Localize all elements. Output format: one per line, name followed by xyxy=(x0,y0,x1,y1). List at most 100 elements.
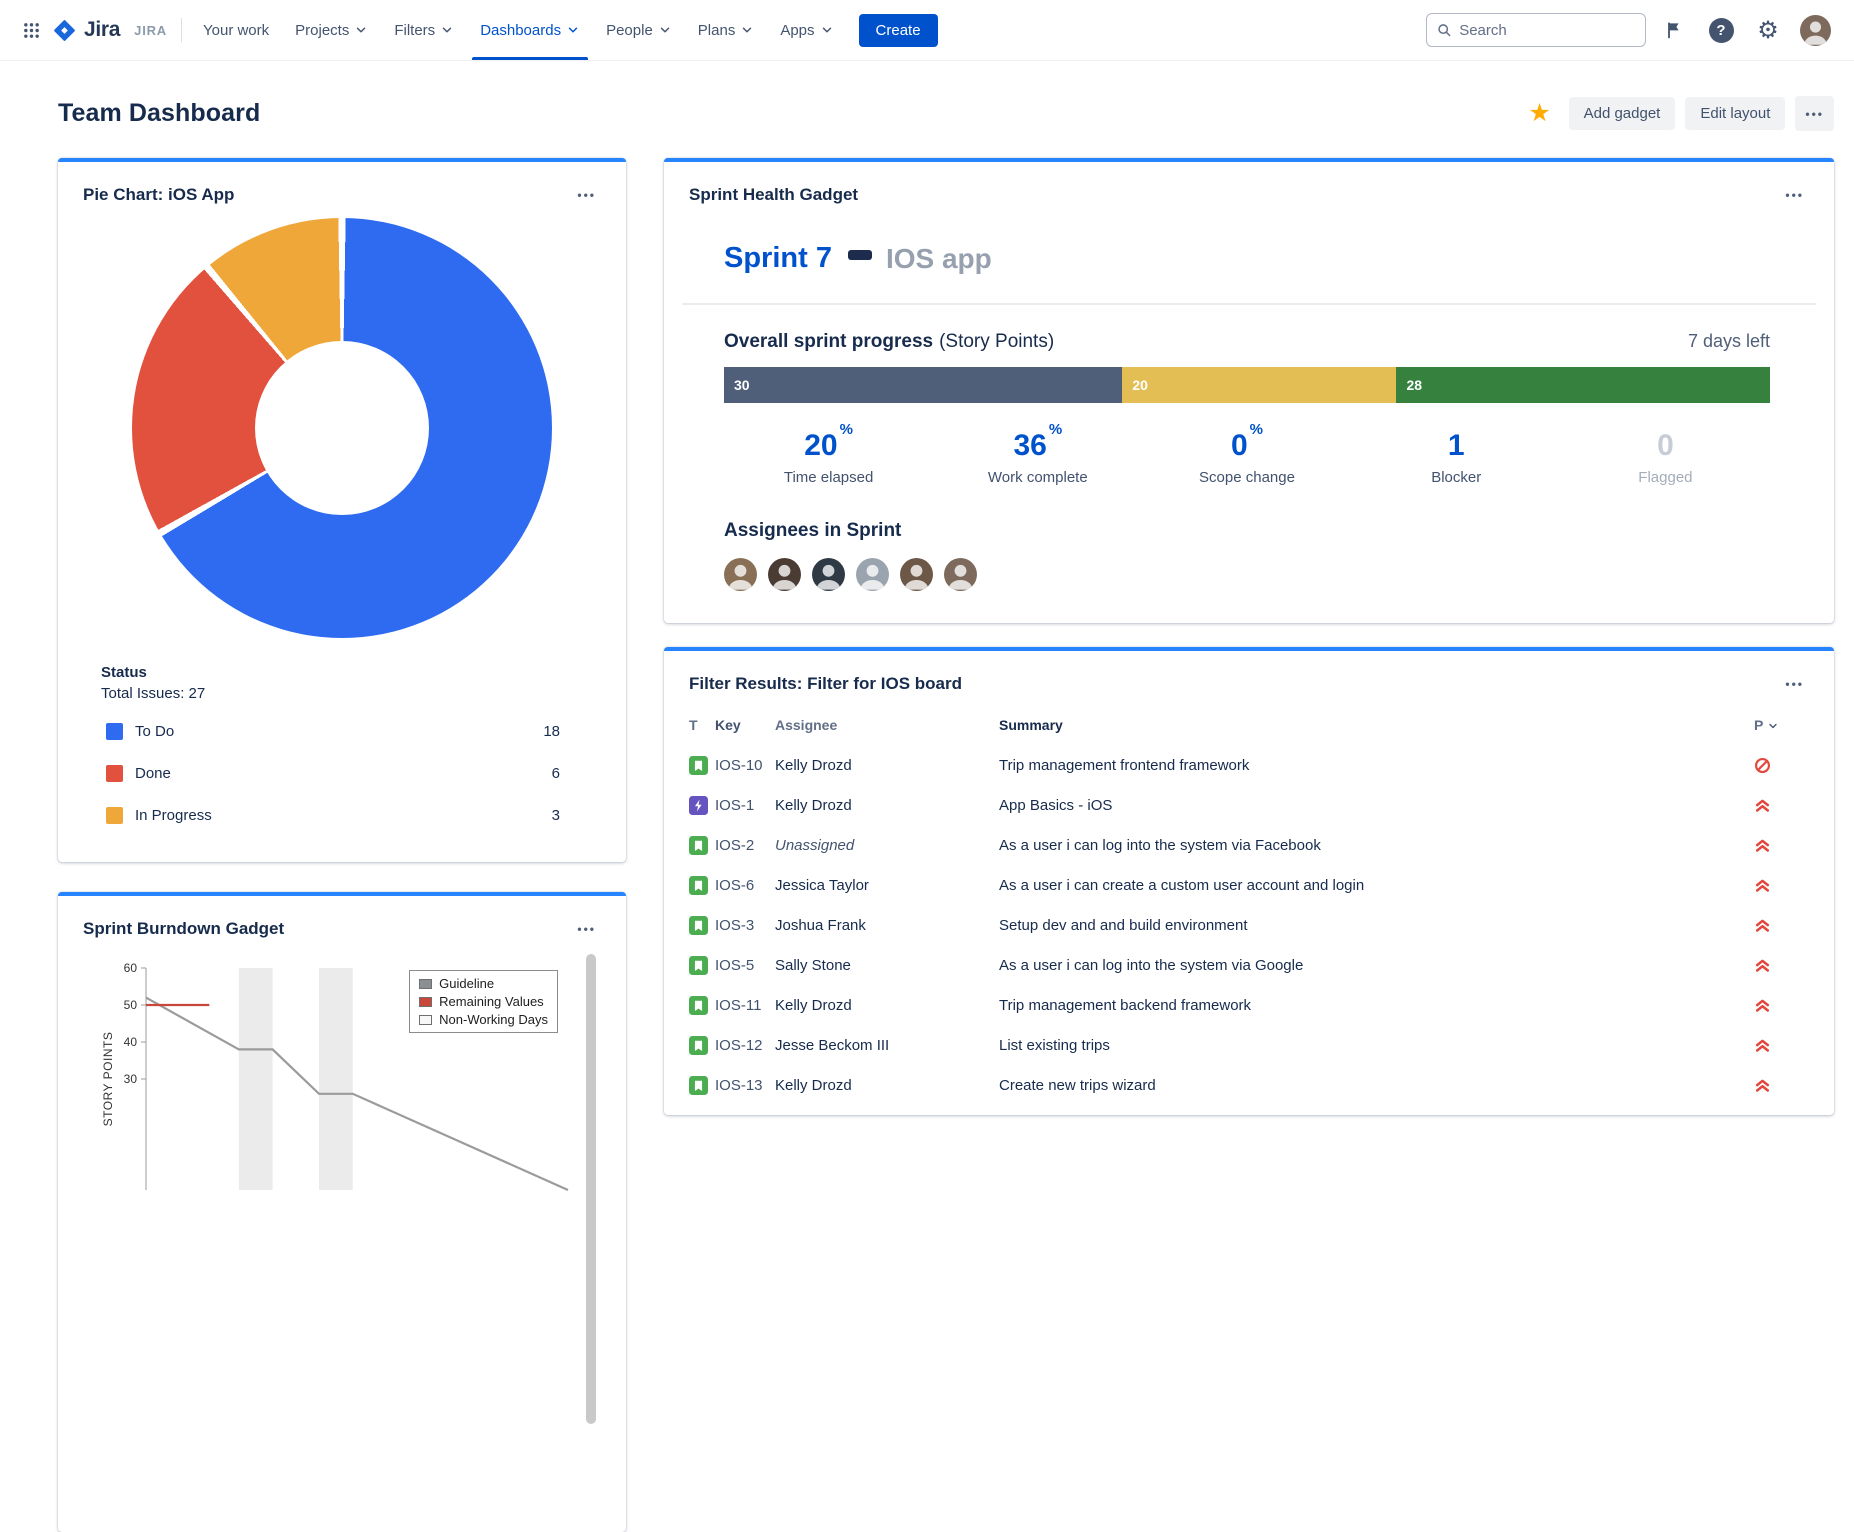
issue-summary-link[interactable]: As a user i can create a custom user acc… xyxy=(999,877,1754,894)
burndown-legend-item: Guideline xyxy=(419,976,548,991)
nav-item-apps[interactable]: Apps xyxy=(767,0,846,60)
table-row[interactable]: IOS-3 Joshua Frank Setup dev and and bui… xyxy=(689,905,1810,945)
add-gadget-button[interactable]: Add gadget xyxy=(1569,97,1676,130)
issue-key-link[interactable]: IOS-2 xyxy=(715,837,775,854)
scrollbar-thumb[interactable] xyxy=(586,954,596,1424)
table-row[interactable]: IOS-10 Kelly Drozd Trip management front… xyxy=(689,745,1810,785)
gadget-header: Filter Results: Filter for IOS board xyxy=(664,651,1834,697)
gadget-more-button[interactable] xyxy=(1779,182,1810,208)
issue-type-epic-icon[interactable] xyxy=(689,796,708,815)
sprint-stat-label[interactable]: Scope change xyxy=(1142,469,1351,486)
pie-legend: To Do 18 Done 6 In Progress 3 xyxy=(101,710,602,836)
gadget-more-button[interactable] xyxy=(571,916,602,942)
assignee-avatar[interactable] xyxy=(856,558,889,591)
assignee-avatar[interactable] xyxy=(944,558,977,591)
issue-summary-link[interactable]: Trip management frontend framework xyxy=(999,757,1754,774)
sprint-stat-label[interactable]: Flagged xyxy=(1561,469,1770,486)
assignee-avatar[interactable] xyxy=(812,558,845,591)
nav-item-people[interactable]: People xyxy=(593,0,685,60)
priority-highest-icon xyxy=(1754,997,1771,1014)
issue-summary-link[interactable]: As a user i can log into the system via … xyxy=(999,837,1754,854)
issue-key-link[interactable]: IOS-13 xyxy=(715,1077,775,1094)
issue-key-link[interactable]: IOS-11 xyxy=(715,997,775,1014)
nav-item-your-work[interactable]: Your work xyxy=(190,0,282,60)
issue-type-story-icon[interactable] xyxy=(689,1036,708,1055)
more-icon xyxy=(1785,677,1804,691)
issue-summary-link[interactable]: App Basics - iOS xyxy=(999,797,1754,814)
legend-value: 3 xyxy=(552,807,560,824)
sprint-stat-value: 36% xyxy=(933,429,1142,462)
assignee-avatar[interactable] xyxy=(900,558,933,591)
pie-legend-item[interactable]: Done 6 xyxy=(101,752,602,794)
sprint-name[interactable]: Sprint 7 xyxy=(724,242,832,275)
issue-assignee: Joshua Frank xyxy=(775,917,999,934)
board-name: IOS app xyxy=(886,243,992,275)
issue-type-story-icon[interactable] xyxy=(689,756,708,775)
table-row[interactable]: IOS-11 Kelly Drozd Trip management backe… xyxy=(689,985,1810,1025)
issue-type-story-icon[interactable] xyxy=(689,876,708,895)
table-row[interactable]: IOS-12 Jesse Beckom III List existing tr… xyxy=(689,1025,1810,1065)
pie-legend-item[interactable]: To Do 18 xyxy=(101,710,602,752)
issue-type-story-icon[interactable] xyxy=(689,836,708,855)
sprint-stat-label[interactable]: Work complete xyxy=(933,469,1142,486)
table-row[interactable]: IOS-5 Sally Stone As a user i can log in… xyxy=(689,945,1810,985)
gadget-more-button[interactable] xyxy=(571,182,602,208)
table-row[interactable]: IOS-13 Kelly Drozd Create new trips wiza… xyxy=(689,1065,1810,1105)
sprint-stat-label[interactable]: Blocker xyxy=(1352,469,1561,486)
table-row[interactable]: IOS-2 Unassigned As a user i can log int… xyxy=(689,825,1810,865)
nav-item-dashboards[interactable]: Dashboards xyxy=(467,0,593,60)
col-priority-sort[interactable]: P xyxy=(1754,717,1810,733)
issue-key-link[interactable]: IOS-1 xyxy=(715,797,775,814)
gadget-more-button[interactable] xyxy=(1779,671,1810,697)
issue-type-story-icon[interactable] xyxy=(689,916,708,935)
left-column: Pie Chart: iOS App Status Total Issues: … xyxy=(58,158,626,1532)
favorite-star-button[interactable] xyxy=(1521,94,1559,132)
issue-type-story-icon[interactable] xyxy=(689,1076,708,1095)
settings-button[interactable] xyxy=(1749,11,1787,49)
pie-donut-chart[interactable] xyxy=(132,218,552,638)
issue-key-link[interactable]: IOS-3 xyxy=(715,917,775,934)
issue-summary-link[interactable]: Setup dev and and build environment xyxy=(999,917,1754,934)
issue-summary-link[interactable]: As a user i can log into the system via … xyxy=(999,957,1754,974)
nav-item-filters[interactable]: Filters xyxy=(381,0,467,60)
col-assignee: Assignee xyxy=(775,717,999,733)
issue-summary-link[interactable]: Create new trips wizard xyxy=(999,1077,1754,1094)
pie-total-issues: Total Issues: 27 xyxy=(101,685,602,702)
profile-avatar-button[interactable] xyxy=(1796,11,1834,49)
create-button[interactable]: Create xyxy=(859,14,938,47)
jira-logo[interactable]: Jira xyxy=(52,18,120,43)
issue-summary-link[interactable]: Trip management backend framework xyxy=(999,997,1754,1014)
dashboard-more-button[interactable] xyxy=(1795,96,1834,131)
search-input[interactable] xyxy=(1459,22,1635,39)
pie-legend-item[interactable]: In Progress 3 xyxy=(101,794,602,836)
svg-text:30: 30 xyxy=(124,1072,138,1086)
assignees-heading: Assignees in Sprint xyxy=(724,520,1774,542)
nav-item-plans[interactable]: Plans xyxy=(685,0,768,60)
issue-key-link[interactable]: IOS-10 xyxy=(715,757,775,774)
issue-key-link[interactable]: IOS-12 xyxy=(715,1037,775,1054)
table-row[interactable]: IOS-1 Kelly Drozd App Basics - iOS xyxy=(689,785,1810,825)
sprint-stat-label[interactable]: Time elapsed xyxy=(724,469,933,486)
svg-text:60: 60 xyxy=(124,961,138,975)
issue-key-link[interactable]: IOS-6 xyxy=(715,877,775,894)
search-box[interactable] xyxy=(1426,13,1646,47)
issue-summary-link[interactable]: List existing trips xyxy=(999,1037,1754,1054)
issue-key-link[interactable]: IOS-5 xyxy=(715,957,775,974)
chevron-down-icon xyxy=(354,23,368,37)
nav-item-projects[interactable]: Projects xyxy=(282,0,381,60)
issue-type-story-icon[interactable] xyxy=(689,996,708,1015)
help-button[interactable] xyxy=(1702,11,1740,49)
app-switcher-button[interactable] xyxy=(12,11,50,49)
edit-layout-button[interactable]: Edit layout xyxy=(1685,97,1785,130)
table-row[interactable]: IOS-6 Jessica Taylor As a user i can cre… xyxy=(689,865,1810,905)
pie-legend-block: Status Total Issues: 27 To Do 18 Done 6 … xyxy=(101,664,602,862)
notifications-button[interactable] xyxy=(1655,11,1693,49)
legend-color-swatch xyxy=(106,723,123,740)
progress-segment-done: 28 xyxy=(1396,367,1770,403)
issue-type-story-icon[interactable] xyxy=(689,956,708,975)
more-icon xyxy=(1785,188,1804,202)
assignee-avatar[interactable] xyxy=(768,558,801,591)
assignee-avatar[interactable] xyxy=(724,558,757,591)
progress-subheading: (Story Points) xyxy=(939,331,1054,353)
site-label: JIRA xyxy=(134,23,167,38)
